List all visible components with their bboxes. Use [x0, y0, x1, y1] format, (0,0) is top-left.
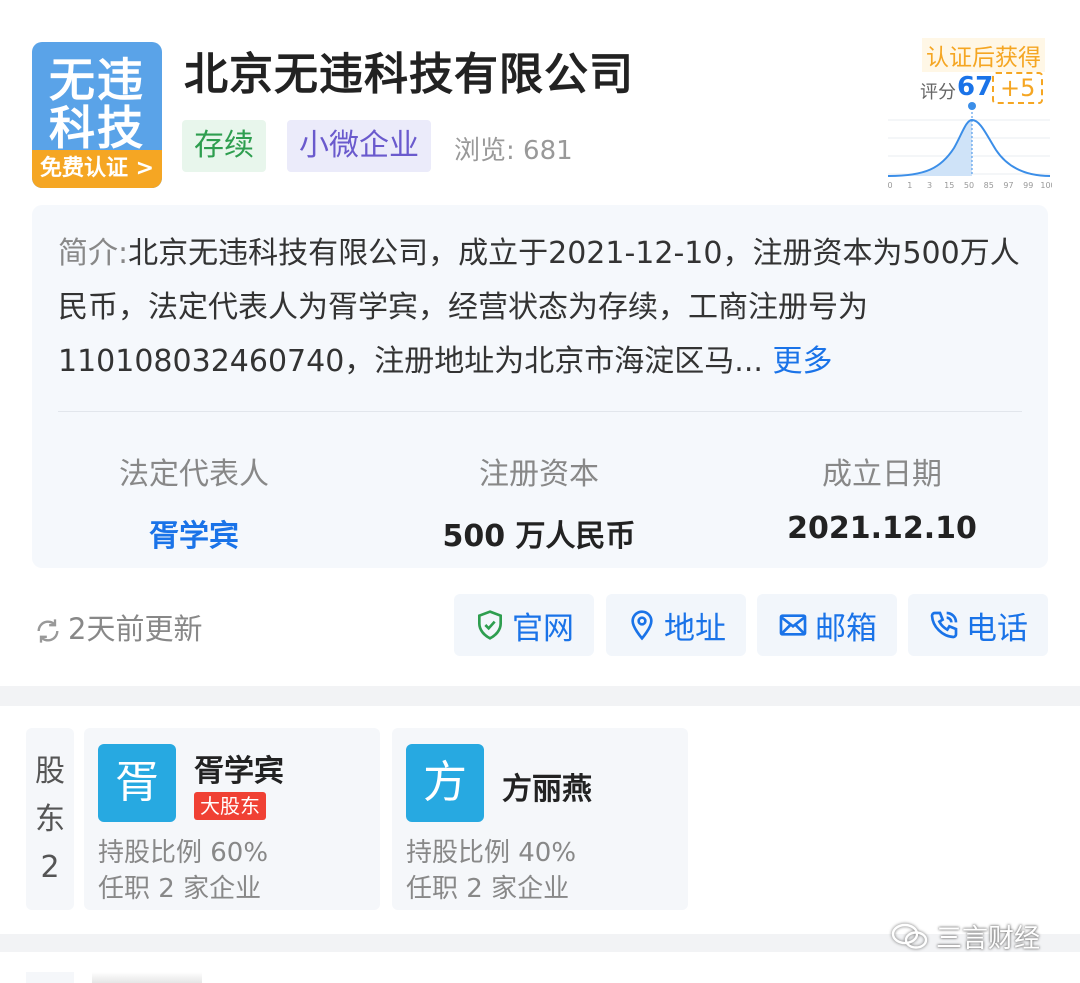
- watermark: 三言财经: [890, 918, 1040, 955]
- company-name: 北京无违科技有限公司: [184, 49, 634, 100]
- next-section-text: [92, 972, 202, 983]
- positions-count: 任职 2 家企业: [406, 874, 570, 904]
- score-axis-tick: 50: [964, 181, 974, 190]
- phone-icon: [930, 611, 958, 639]
- intro-text: 北京无违科技有限公司，成立于2021-12-10，注册资本为500万人民币，法定…: [58, 236, 1020, 379]
- intro-label: 简介:: [58, 236, 129, 271]
- divider: [58, 411, 1022, 412]
- score-axis-tick: 97: [1003, 181, 1013, 190]
- legal-rep-link[interactable]: 胥学宾: [34, 511, 354, 555]
- address-button[interactable]: 地址: [606, 594, 746, 656]
- major-shareholder-badge: 大股东: [194, 792, 266, 820]
- founded-label: 成立日期: [822, 457, 942, 492]
- view-count: 浏览: 681: [454, 136, 573, 166]
- score-axis-tick: 100: [1040, 181, 1052, 190]
- mail-icon: [779, 614, 807, 636]
- founded-stat: 成立日期 2021.12.10: [722, 449, 1042, 546]
- free-certify-button[interactable]: 免费认证 >: [32, 150, 162, 188]
- more-link[interactable]: 更多: [772, 344, 832, 379]
- shareholders-count: 2: [40, 850, 60, 885]
- email-button[interactable]: 邮箱: [757, 594, 897, 656]
- score-marker: [968, 102, 976, 110]
- score-axis-tick: 85: [984, 181, 994, 190]
- share-ratio: 持股比例 40%: [406, 838, 577, 868]
- positions-count: 任职 2 家企业: [98, 874, 262, 904]
- company-logo[interactable]: 无违 科技 免费认证 >: [32, 42, 162, 188]
- location-pin-icon: [631, 610, 653, 641]
- shareholder-name[interactable]: 胥学宾: [194, 746, 284, 790]
- avatar: 胥: [98, 744, 176, 822]
- logo-text: 无违 科技: [49, 53, 145, 155]
- website-button[interactable]: 官网: [454, 594, 594, 656]
- intro-card: 简介:北京无违科技有限公司，成立于2021-12-10，注册资本为500万人民币…: [32, 205, 1048, 568]
- legal-rep-label: 法定代表人: [119, 457, 269, 492]
- company-size-tag: 小微企业: [287, 120, 431, 172]
- status-tag: 存续: [182, 120, 266, 172]
- phone-button[interactable]: 电话: [908, 594, 1048, 656]
- share-ratio: 持股比例 60%: [98, 838, 269, 868]
- legal-rep-stat: 法定代表人 胥学宾: [34, 449, 354, 555]
- capital-stat: 注册资本 500 万人民币: [379, 449, 699, 555]
- shareholders-tab[interactable]: 股 东 2: [26, 728, 74, 910]
- shareholder-card[interactable]: 方 方丽燕 持股比例 40% 任职 2 家企业: [392, 728, 688, 910]
- score-distribution-chart[interactable]: 0 1 3 15 50 85 97 99 100: [886, 98, 1052, 190]
- score-axis-tick: 15: [944, 181, 954, 190]
- certify-bonus-label[interactable]: 认证后获得: [922, 38, 1045, 72]
- wechat-icon: [891, 923, 928, 949]
- avatar: 方: [406, 744, 484, 822]
- refresh-icon: [37, 619, 59, 643]
- section-divider: [0, 686, 1080, 706]
- last-updated[interactable]: 2天前更新: [34, 606, 202, 648]
- founded-value: 2021.12.10: [787, 511, 977, 546]
- next-section-label: [26, 972, 74, 983]
- shield-check-icon: [478, 610, 502, 640]
- shareholder-card[interactable]: 胥 胥学宾 大股东 持股比例 60% 任职 2 家企业: [84, 728, 380, 910]
- score-axis-tick: 0: [887, 181, 892, 190]
- shareholder-name[interactable]: 方丽燕: [502, 764, 592, 808]
- capital-value: 500 万人民币: [442, 519, 636, 554]
- score-axis-tick: 1: [907, 181, 912, 190]
- capital-label: 注册资本: [479, 457, 599, 492]
- company-intro: 简介:北京无违科技有限公司，成立于2021-12-10，注册资本为500万人民币…: [58, 227, 1028, 389]
- score-axis-tick: 99: [1023, 181, 1033, 190]
- score-axis-tick: 3: [927, 181, 932, 190]
